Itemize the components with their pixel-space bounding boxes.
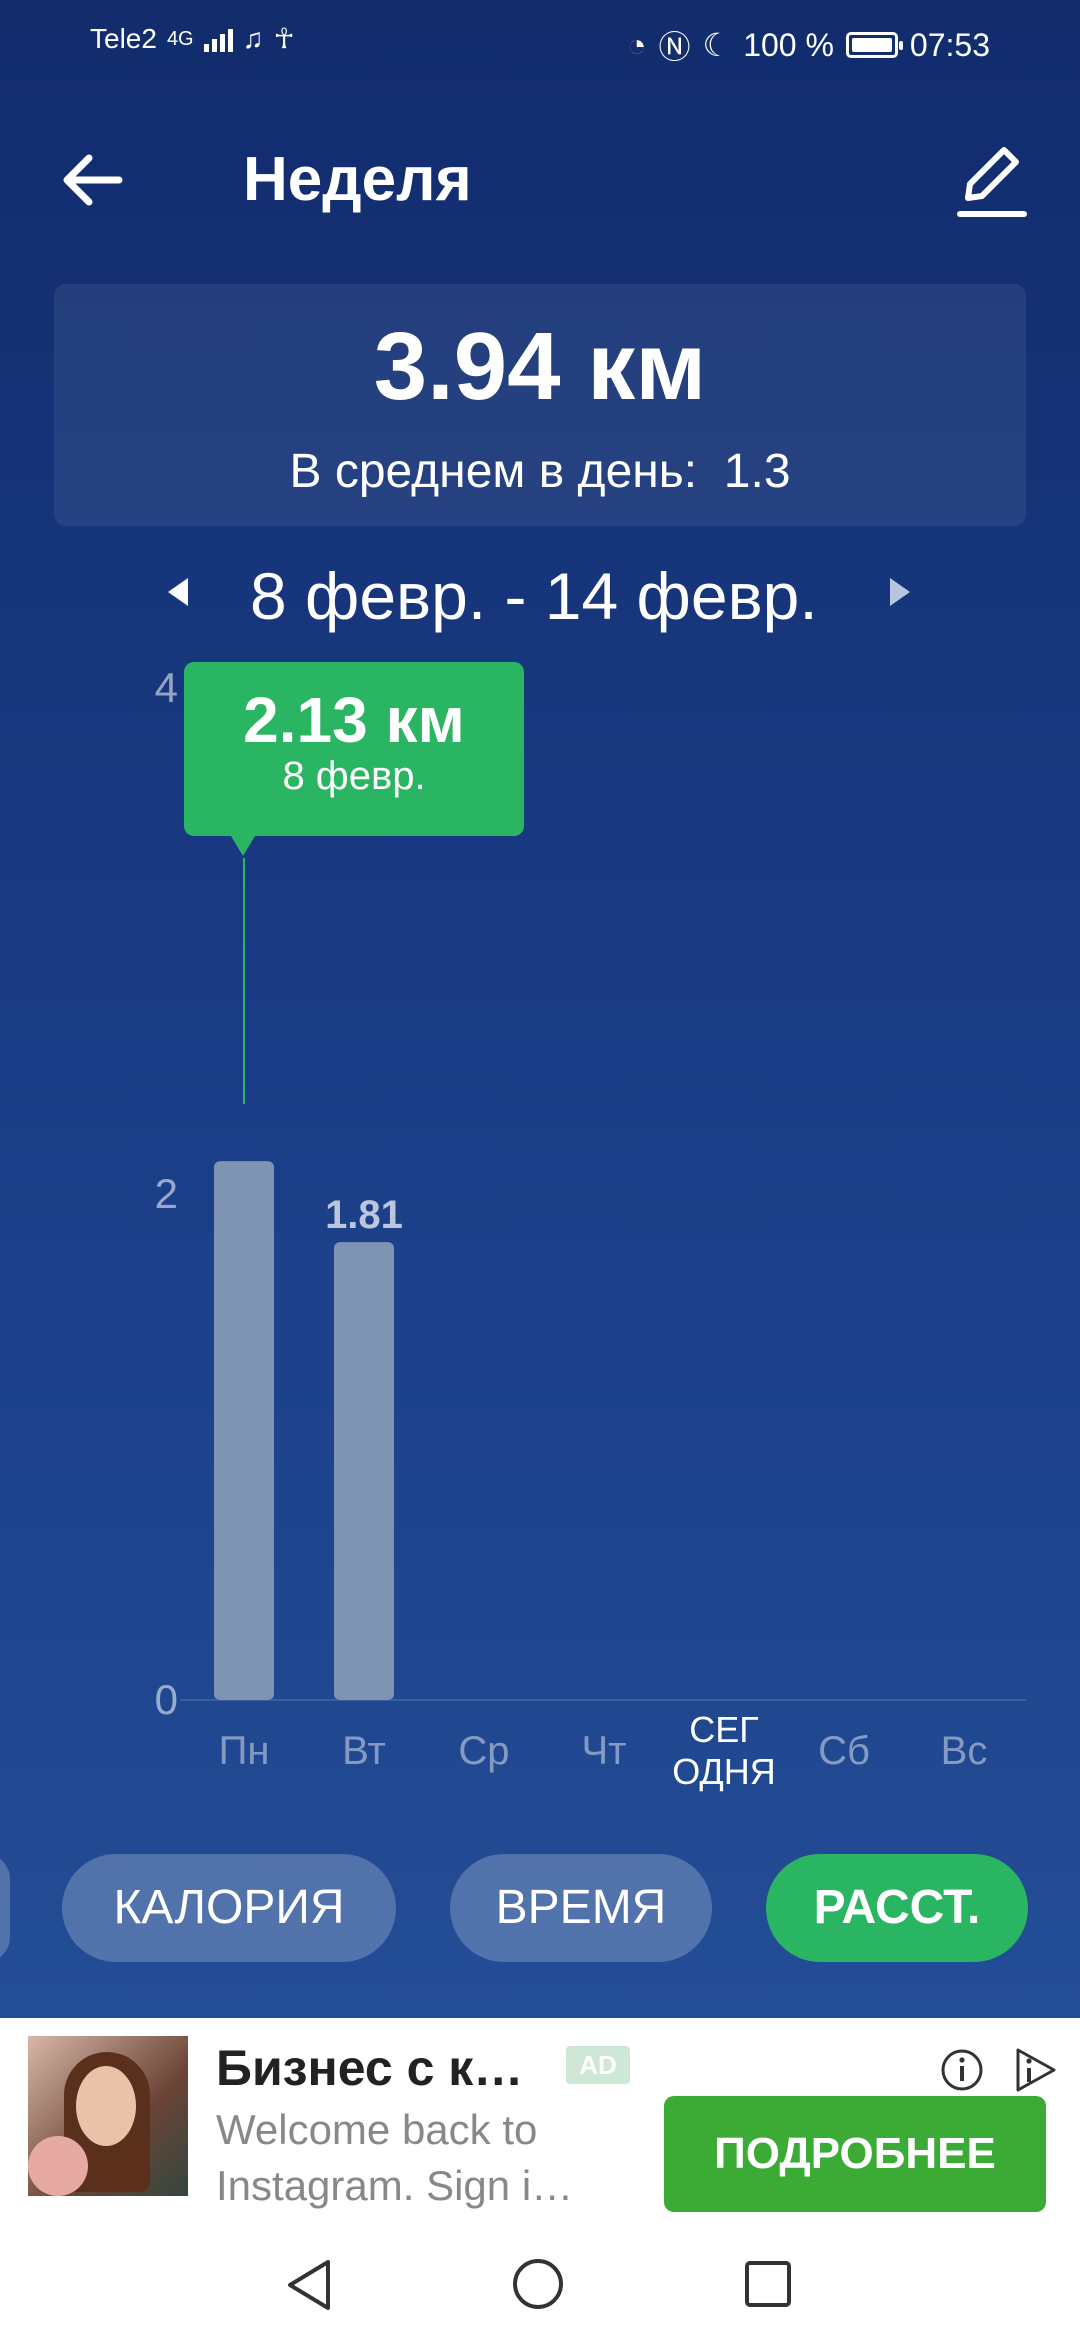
x-axis-label: Ср — [458, 1729, 509, 1773]
nav-recent-apps-icon[interactable] — [744, 2260, 792, 2308]
chart-bar[interactable] — [214, 1161, 274, 1700]
y-tick-label: 2 — [155, 1170, 178, 1217]
x-axis-label: Чт — [582, 1729, 627, 1773]
nav-back-icon[interactable] — [284, 2258, 334, 2312]
tab-partial-offscreen[interactable] — [0, 1854, 10, 1962]
nav-home-icon[interactable] — [512, 2258, 564, 2310]
tab-distance[interactable]: РАССТ. — [766, 1854, 1028, 1962]
ad-cta-button[interactable]: ПОДРОБНЕЕ — [664, 2096, 1046, 2212]
ad-title[interactable]: Бизнес с к… — [216, 2036, 523, 2100]
x-axis-label: СЕГ — [689, 1709, 759, 1750]
ad-banner[interactable]: Бизнес с к… AD Welcome back to Instagram… — [0, 2018, 1080, 2228]
info-icon[interactable] — [940, 2048, 984, 2092]
x-axis-label: Вт — [342, 1729, 386, 1773]
ad-choices-icon[interactable] — [1010, 2046, 1060, 2094]
tooltip-date: 8 февр. — [282, 754, 426, 798]
distance-bar-chart: 0 2 4 Пн 1.81 Вт Ср Чт СЕГОДНЯ Сб Вс — [155, 664, 1026, 1792]
y-tick-label: 0 — [155, 1676, 178, 1723]
ad-badge: AD — [566, 2046, 630, 2084]
chart-bar[interactable] — [334, 1242, 394, 1700]
metric-tabs: КАЛОРИЯ ВРЕМЯ РАССТ. — [0, 1854, 1080, 1962]
y-tick-label: 4 — [155, 664, 178, 711]
tab-calories[interactable]: КАЛОРИЯ — [62, 1854, 396, 1962]
tooltip-value: 2.13 км — [243, 684, 465, 756]
x-axis-label: Вс — [941, 1729, 988, 1773]
ad-description[interactable]: Welcome back to Instagram. Sign i… — [216, 2102, 636, 2214]
bar-value-label: 1.81 — [325, 1193, 403, 1237]
x-axis-label: Пн — [219, 1729, 270, 1773]
tab-time[interactable]: ВРЕМЯ — [450, 1854, 712, 1962]
chart-tooltip: 2.13 км 8 февр. — [184, 662, 524, 856]
system-nav-bar — [0, 2228, 1080, 2340]
x-axis-label: Сб — [818, 1729, 870, 1773]
x-axis-label: ОДНЯ — [672, 1751, 776, 1792]
ad-image[interactable] — [28, 2036, 188, 2196]
